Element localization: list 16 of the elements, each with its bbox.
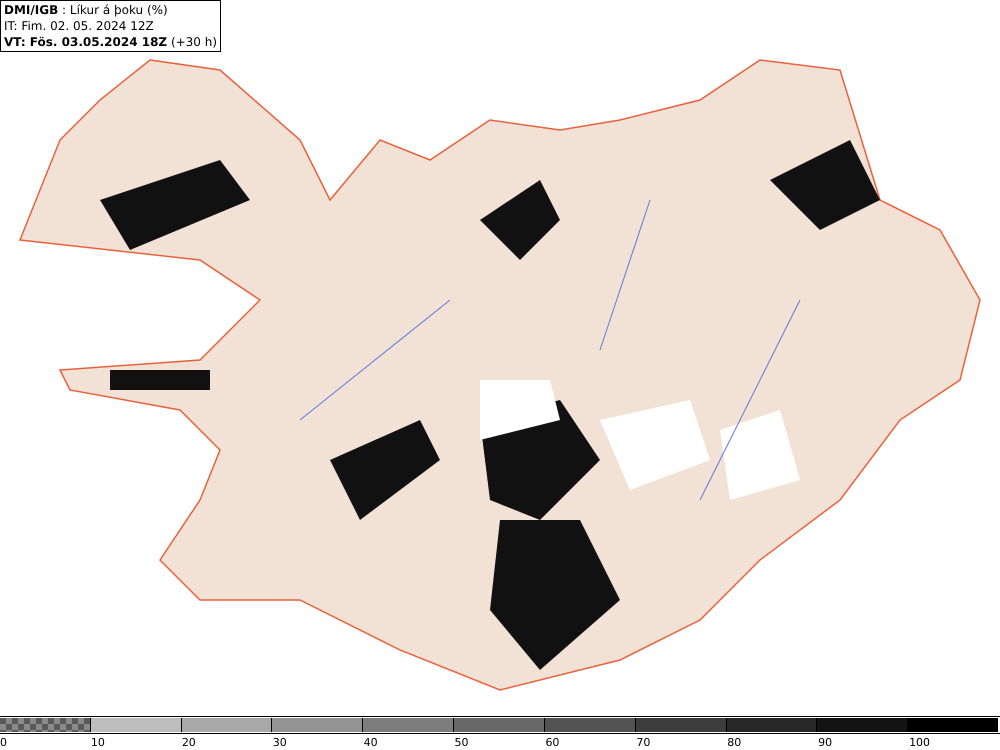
lead-time: (+30 h)	[170, 35, 218, 49]
legend-label: 10	[90, 736, 105, 749]
legend-label: 0	[0, 736, 7, 749]
legend-label: 20	[182, 736, 196, 749]
legend-label: 80	[727, 736, 742, 749]
legend-label: 40	[364, 736, 378, 749]
legend-label: 90	[818, 736, 832, 749]
legend-label: 30	[272, 736, 287, 749]
map-title: : Líkur á þoku (%)	[61, 3, 168, 17]
issue-time: IT: Fim. 02. 05. 2024 12Z	[4, 19, 154, 33]
valid-time: VT: Fös. 03.05.2024 18Z	[4, 35, 168, 49]
source-label: DMI/IGB	[4, 3, 58, 17]
legend-label: 50	[454, 736, 469, 749]
legend-label: 70	[636, 736, 650, 749]
legend-label: 100	[909, 736, 930, 749]
legend-label: 60	[545, 736, 560, 749]
